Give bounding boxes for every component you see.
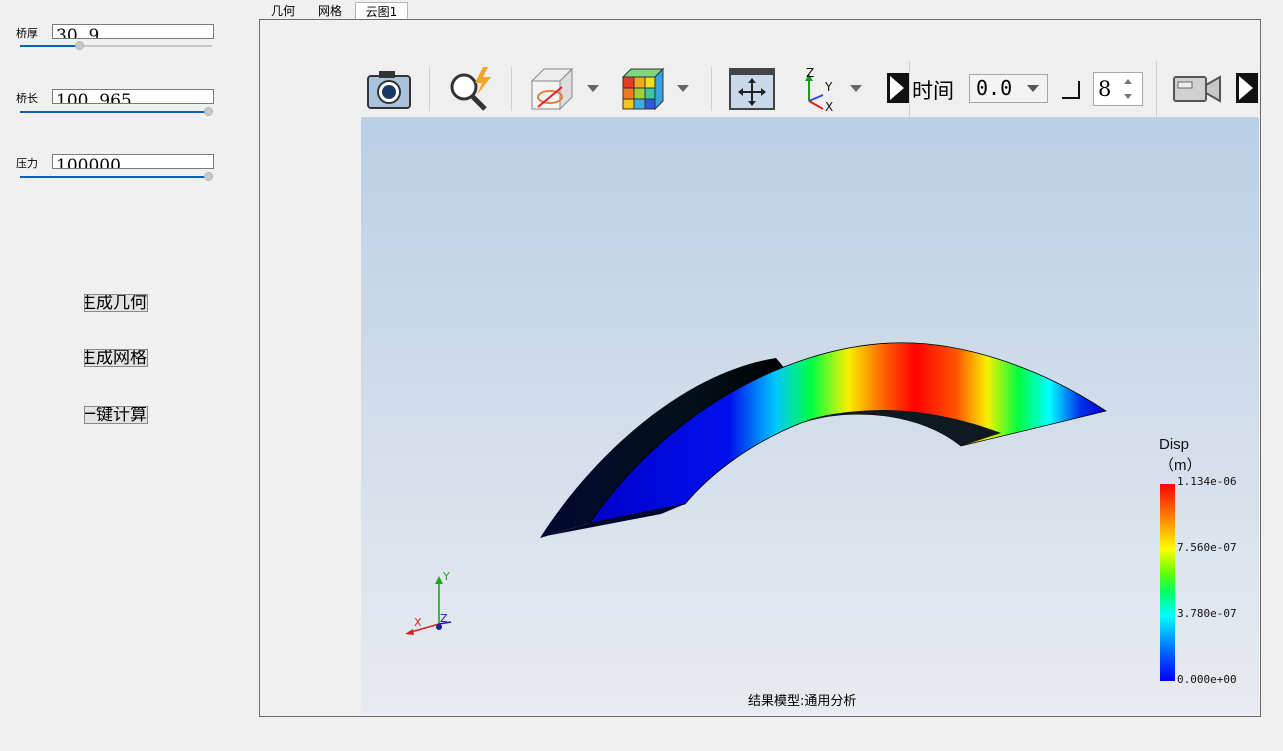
result-model-status: 结果模型:通用分析 <box>748 694 857 709</box>
svg-text:X: X <box>825 100 833 113</box>
camera-icon[interactable] <box>366 65 412 113</box>
step-spinbox[interactable]: 8 <box>1093 72 1143 106</box>
axis-label-x: X <box>414 616 422 629</box>
axis-label-y: Y <box>442 570 450 583</box>
legend-tick-mid-high: 7.560e-07 <box>1177 541 1237 554</box>
length-label: 桥长 <box>16 92 38 105</box>
legend-color-bar <box>1160 484 1175 681</box>
box-visibility-dropdown[interactable] <box>587 85 599 92</box>
thickness-label: 桥厚 <box>16 27 38 40</box>
time-select-value: 0.0 <box>976 76 1013 100</box>
zoom-flash-icon[interactable] <box>445 65 497 113</box>
length-slider[interactable] <box>20 106 213 118</box>
pressure-input[interactable]: 100000 <box>52 154 214 169</box>
legend-title: Disp <box>1159 436 1190 453</box>
deformed-arch-model <box>540 342 1107 538</box>
color-cube-dropdown[interactable] <box>677 85 689 92</box>
legend-tick-min: 0.000e+00 <box>1177 673 1237 686</box>
time-label: 时间 <box>912 79 954 103</box>
step-spinbox-value: 8 <box>1098 77 1112 101</box>
thickness-slider[interactable] <box>20 40 212 52</box>
tab-contour[interactable]: 云图1 <box>355 2 408 20</box>
color-cube-icon[interactable] <box>619 65 667 113</box>
render-viewport[interactable]: Y X Z Disp （m） 1.134e-06 7.560e-07 3.780… <box>361 118 1259 715</box>
length-input[interactable]: 100. 965 <box>52 89 214 104</box>
pressure-label: 压力 <box>16 157 38 170</box>
thickness-input[interactable]: 30. 9 <box>52 24 214 39</box>
step-icon <box>1062 81 1080 99</box>
box-visibility-icon[interactable] <box>528 65 576 113</box>
video-camera-icon[interactable] <box>1172 71 1224 107</box>
generate-geometry-button[interactable]: 生成几何 <box>84 294 148 312</box>
time-select[interactable]: 0.0 <box>969 74 1048 103</box>
pressure-slider-thumb[interactable] <box>204 172 213 181</box>
chevron-down-icon <box>1027 85 1039 92</box>
svg-text:Z: Z <box>806 66 814 80</box>
fit-view-icon[interactable] <box>728 65 776 113</box>
tab-mesh[interactable]: 网格 <box>310 2 350 20</box>
axes-dropdown[interactable] <box>850 85 862 92</box>
svg-text:Y: Y <box>824 80 833 94</box>
one-click-compute-button[interactable]: 一键计算 <box>84 406 148 424</box>
spin-down-icon[interactable] <box>1124 94 1132 99</box>
legend-tick-mid-low: 3.780e-07 <box>1177 607 1237 620</box>
collapse-arrow-icon[interactable] <box>1236 73 1258 103</box>
pressure-slider[interactable] <box>20 171 213 183</box>
generate-mesh-button[interactable]: 生成网格 <box>84 349 148 367</box>
orientation-triad: Y X Z <box>405 570 452 635</box>
collapse-arrow-icon[interactable] <box>887 73 909 103</box>
axes-orientation-icon[interactable]: Z Y X <box>797 65 843 113</box>
legend-unit: （m） <box>1159 457 1202 474</box>
thickness-slider-thumb[interactable] <box>75 41 84 50</box>
legend-tick-max: 1.134e-06 <box>1177 475 1237 488</box>
spin-up-icon[interactable] <box>1124 79 1132 84</box>
axis-label-z: Z <box>440 612 448 625</box>
length-slider-thumb[interactable] <box>204 107 213 116</box>
tab-geometry[interactable]: 几何 <box>263 2 303 20</box>
